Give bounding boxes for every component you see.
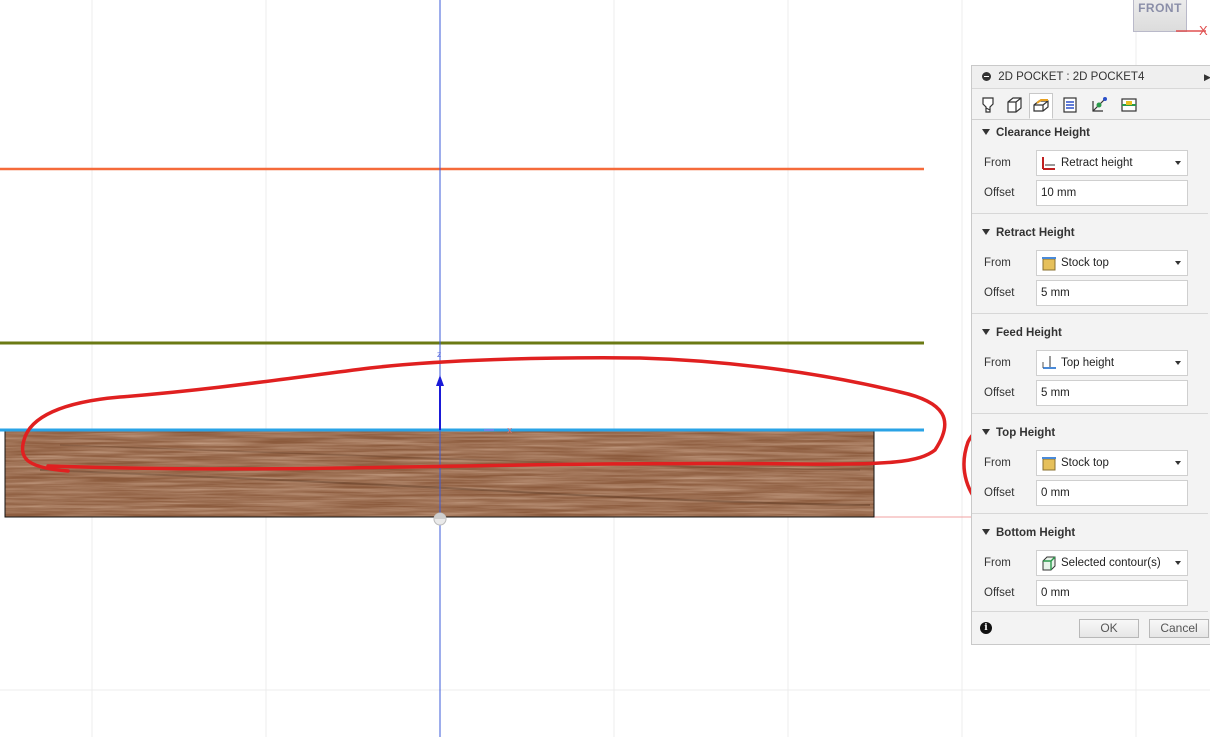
expand-arrow-icon[interactable]: ▶	[1204, 66, 1210, 88]
panel-tabs	[972, 89, 1210, 120]
linking-tab-icon	[1092, 97, 1107, 112]
clearance-height-header[interactable]: Clearance Height	[982, 127, 1090, 139]
chevron-down-icon	[1175, 461, 1181, 465]
chevron-down-icon	[1175, 261, 1181, 265]
bottom-height-header[interactable]: Bottom Height	[982, 527, 1075, 539]
section-title: Retract Height	[996, 227, 1075, 239]
collapse-triangle-icon	[982, 129, 990, 135]
collapse-triangle-icon	[982, 529, 990, 535]
section-divider	[972, 611, 1208, 612]
section-title: Feed Height	[996, 327, 1062, 339]
origin-marker-icon	[433, 512, 447, 526]
retract-height-icon	[1042, 157, 1055, 170]
chevron-down-icon	[1175, 361, 1181, 365]
from-label: From	[984, 557, 1011, 569]
section-title: Top Height	[996, 427, 1056, 439]
passes-tab-icon	[1063, 97, 1077, 113]
top-from-dropdown[interactable]: Stock top	[1036, 450, 1188, 476]
section-divider	[972, 313, 1208, 314]
tab-geometry[interactable]	[1002, 93, 1026, 117]
retract-height-header[interactable]: Retract Height	[982, 227, 1075, 239]
top-offset-input[interactable]	[1036, 480, 1188, 506]
offset-label: Offset	[984, 387, 1015, 399]
dropdown-value: Top height	[1061, 357, 1115, 369]
offset-label: Offset	[984, 287, 1015, 299]
section-divider	[972, 413, 1208, 414]
top-height-section: Top Height From Stock top Offset	[972, 419, 1208, 519]
offset-label: Offset	[984, 587, 1015, 599]
feed-height-header[interactable]: Feed Height	[982, 327, 1062, 339]
viewcube[interactable]: FRONT	[1133, 0, 1187, 32]
from-label: From	[984, 257, 1011, 269]
collapse-triangle-icon	[982, 229, 990, 235]
stock-top-icon	[1042, 457, 1056, 471]
geometry-tab-icon	[1007, 97, 1022, 113]
collapse-triangle-icon	[982, 329, 990, 335]
tab-passes[interactable]	[1058, 93, 1082, 117]
panel-title-bar: 2D POCKET : 2D POCKET4 ▶	[972, 66, 1210, 89]
from-label: From	[984, 457, 1011, 469]
top-height-icon	[1042, 356, 1056, 369]
retract-from-dropdown[interactable]: Stock top	[1036, 250, 1188, 276]
shape-tab-icon	[1121, 98, 1137, 112]
collapse-icon[interactable]	[982, 72, 991, 81]
stock-top-icon	[1042, 257, 1056, 271]
tab-tool[interactable]	[976, 93, 1000, 117]
tab-linking[interactable]	[1087, 93, 1111, 117]
chevron-down-icon	[1175, 161, 1181, 165]
bottom-height-section: Bottom Height From Selected contour(s) O…	[972, 519, 1208, 619]
clearance-height-section: Clearance Height From Retract height Off…	[972, 119, 1208, 219]
dropdown-value: Selected contour(s)	[1061, 557, 1161, 569]
section-title: Clearance Height	[996, 127, 1090, 139]
feed-from-dropdown[interactable]: Top height	[1036, 350, 1188, 376]
section-divider	[972, 513, 1208, 514]
viewcube-face-label[interactable]: FRONT	[1134, 1, 1186, 15]
selected-contour-icon	[1042, 556, 1056, 571]
cancel-button[interactable]: Cancel	[1149, 619, 1209, 638]
bottom-from-dropdown[interactable]: Selected contour(s)	[1036, 550, 1188, 576]
heights-tab-icon	[1033, 99, 1049, 112]
retract-height-section: Retract Height From Stock top Offset	[972, 219, 1208, 319]
operation-panel: 2D POCKET : 2D POCKET4 ▶ Clearance Heigh…	[971, 65, 1210, 645]
offset-label: Offset	[984, 187, 1015, 199]
from-label: From	[984, 357, 1011, 369]
from-label: From	[984, 157, 1011, 169]
info-icon[interactable]: i	[980, 622, 992, 634]
retract-offset-input[interactable]	[1036, 280, 1188, 306]
svg-text:z: z	[437, 350, 441, 359]
ok-button[interactable]: OK	[1079, 619, 1139, 638]
panel-title: 2D POCKET : 2D POCKET4	[998, 71, 1145, 83]
tool-tab-icon	[982, 97, 994, 113]
collapse-triangle-icon	[982, 429, 990, 435]
section-title: Bottom Height	[996, 527, 1076, 539]
clearance-from-dropdown[interactable]: Retract height	[1036, 150, 1188, 176]
clearance-offset-input[interactable]	[1036, 180, 1188, 206]
dropdown-value: Retract height	[1061, 157, 1133, 169]
tab-shape[interactable]	[1117, 93, 1141, 117]
tab-heights[interactable]	[1029, 93, 1053, 119]
section-divider	[972, 213, 1208, 214]
dropdown-value: Stock top	[1061, 257, 1109, 269]
offset-label: Offset	[984, 487, 1015, 499]
viewcube-x-axis	[1176, 30, 1206, 32]
top-height-header[interactable]: Top Height	[982, 427, 1055, 439]
bottom-offset-input[interactable]	[1036, 580, 1188, 606]
feed-height-section: Feed Height From Top height Offset	[972, 319, 1208, 419]
svg-text:x: x	[507, 426, 513, 436]
chevron-down-icon	[1175, 561, 1181, 565]
dropdown-value: Stock top	[1061, 457, 1109, 469]
feed-offset-input[interactable]	[1036, 380, 1188, 406]
